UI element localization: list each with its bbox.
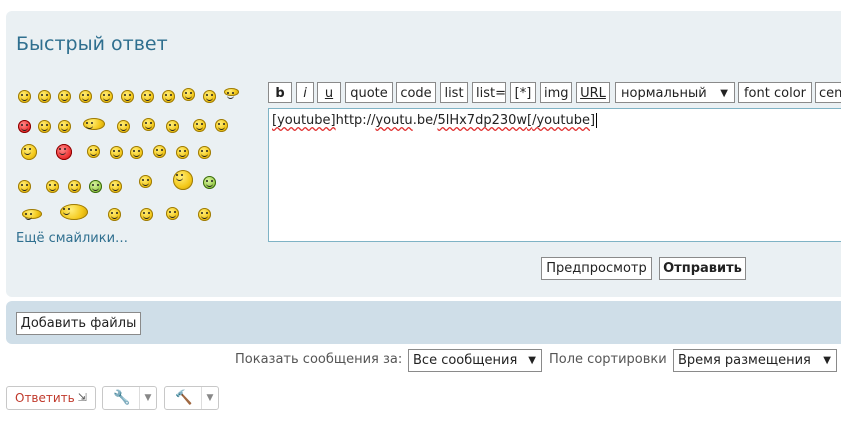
bbcode-toolbar: b i u quote code list list= [*] img URL … xyxy=(268,82,841,105)
smiley-icon[interactable] xyxy=(193,119,206,132)
font-color-button[interactable]: font color xyxy=(738,82,812,103)
smiley-icon[interactable] xyxy=(56,144,72,160)
smiley-icon[interactable] xyxy=(58,120,71,133)
chevron-down-icon: ▼ xyxy=(201,387,218,409)
smiley-icon[interactable] xyxy=(139,175,152,188)
smiley-icon[interactable] xyxy=(176,146,189,159)
smiley-icon[interactable] xyxy=(162,90,175,103)
smiley-icon[interactable] xyxy=(38,120,51,133)
smiley-icon[interactable] xyxy=(18,90,31,103)
submit-button[interactable]: Отправить xyxy=(659,257,746,280)
chevron-down-icon: ▼ xyxy=(528,355,536,366)
add-files-button[interactable]: Добавить файлы xyxy=(16,312,141,335)
center-button[interactable]: cen xyxy=(815,82,841,103)
show-messages-select[interactable]: Все сообщения ▼ xyxy=(408,349,542,372)
list-item-button[interactable]: [*] xyxy=(510,82,536,103)
smiley-icon[interactable] xyxy=(166,120,179,133)
reply-arrow-icon: ⇲ xyxy=(77,391,87,404)
img-button[interactable]: img xyxy=(540,82,572,103)
smiley-icon[interactable] xyxy=(109,180,122,193)
bold-button[interactable]: b xyxy=(268,82,292,103)
smiley-icon[interactable] xyxy=(89,180,102,193)
font-size-value: нормальный xyxy=(621,86,707,101)
smiley-icon[interactable] xyxy=(182,88,195,101)
url-id: 5lHx7dp230w xyxy=(437,113,528,128)
smiley-icon[interactable] xyxy=(18,180,31,193)
url-prefix: http:// xyxy=(335,113,376,128)
chevron-down-icon: ▼ xyxy=(720,88,728,99)
smiley-icon[interactable] xyxy=(21,144,37,160)
tag-close-name: /youtube xyxy=(532,113,590,128)
quick-reply-title: Быстрый ответ xyxy=(16,33,168,55)
smiley-icon[interactable] xyxy=(83,118,105,130)
sort-field-label: Поле сортировки xyxy=(549,352,667,367)
url-button[interactable]: URL xyxy=(576,82,610,103)
smiley-icon[interactable] xyxy=(224,88,239,99)
tools-menu-button[interactable]: 🔧 ▼ xyxy=(102,386,157,410)
smiley-icon[interactable] xyxy=(38,90,51,103)
smiley-icon[interactable] xyxy=(203,90,216,103)
smiley-icon[interactable] xyxy=(121,90,134,103)
smiley-icon[interactable] xyxy=(130,146,143,159)
smiley-icon[interactable] xyxy=(198,146,211,159)
tag-open: [youtube] xyxy=(272,113,336,128)
message-textarea[interactable]: [youtube]http://youtu.be/5lHx7dp230w[/yo… xyxy=(268,108,841,242)
smiley-icon[interactable] xyxy=(108,208,121,221)
chevron-down-icon: ▼ xyxy=(139,387,156,409)
smiley-icon[interactable] xyxy=(198,208,211,221)
list-button[interactable]: list xyxy=(440,82,468,103)
preview-button[interactable]: Предпросмотр xyxy=(541,257,652,280)
hammer-icon: 🔨 xyxy=(175,390,193,406)
smiley-icon[interactable] xyxy=(173,170,193,190)
sort-field-select[interactable]: Время размещения ▼ xyxy=(673,349,837,372)
smiley-icon[interactable] xyxy=(117,120,130,133)
font-size-select[interactable]: нормальный ▼ xyxy=(615,82,735,103)
reply-label: Ответить xyxy=(15,391,75,405)
smiley-icon[interactable] xyxy=(153,145,166,158)
more-smileys-link[interactable]: Ещё смайлики… xyxy=(16,231,128,246)
smiley-icon[interactable] xyxy=(141,90,154,103)
smiley-icon[interactable] xyxy=(46,180,59,193)
message-content: [youtube]http://youtu.be/5lHx7dp230w[/yo… xyxy=(272,113,598,128)
smiley-icon[interactable] xyxy=(166,207,179,220)
show-messages-value: Все сообщения xyxy=(413,353,518,368)
code-button[interactable]: code xyxy=(396,82,436,103)
smiley-icon[interactable] xyxy=(18,120,31,133)
chevron-down-icon: ▼ xyxy=(823,355,831,366)
smiley-icon[interactable] xyxy=(60,204,88,220)
url-mid: .be/ xyxy=(412,113,438,128)
list-numbered-button[interactable]: list= xyxy=(472,82,506,103)
wrench-icon: 🔧 xyxy=(113,390,131,406)
moderate-menu-button[interactable]: 🔨 ▼ xyxy=(164,386,219,410)
smiley-icon[interactable] xyxy=(203,176,216,189)
reply-button[interactable]: Ответить ⇲ xyxy=(6,386,96,410)
underline-button[interactable]: u xyxy=(317,82,341,103)
url-label: URL xyxy=(580,86,606,101)
quote-button[interactable]: quote xyxy=(345,82,393,103)
sort-field-value: Время размещения xyxy=(678,353,811,368)
smiley-icon[interactable] xyxy=(215,119,228,132)
smiley-icon[interactable] xyxy=(140,208,153,221)
smiley-icon[interactable] xyxy=(142,118,155,131)
smiley-icon[interactable] xyxy=(87,145,100,158)
tag-close-bracket: ] xyxy=(589,113,596,128)
smiley-icon[interactable] xyxy=(68,180,81,193)
smiley-icon[interactable] xyxy=(22,209,42,220)
smiley-icon[interactable] xyxy=(58,90,71,103)
underline-label: u xyxy=(324,86,334,101)
smiley-icon[interactable] xyxy=(79,90,92,103)
text-cursor xyxy=(596,113,598,128)
url-host: youtu xyxy=(375,113,413,128)
italic-button[interactable]: i xyxy=(296,82,314,103)
show-messages-label: Показать сообщения за: xyxy=(235,352,403,367)
smiley-icon[interactable] xyxy=(100,90,113,103)
smiley-icon[interactable] xyxy=(110,146,123,159)
smiley-palette xyxy=(16,82,246,224)
